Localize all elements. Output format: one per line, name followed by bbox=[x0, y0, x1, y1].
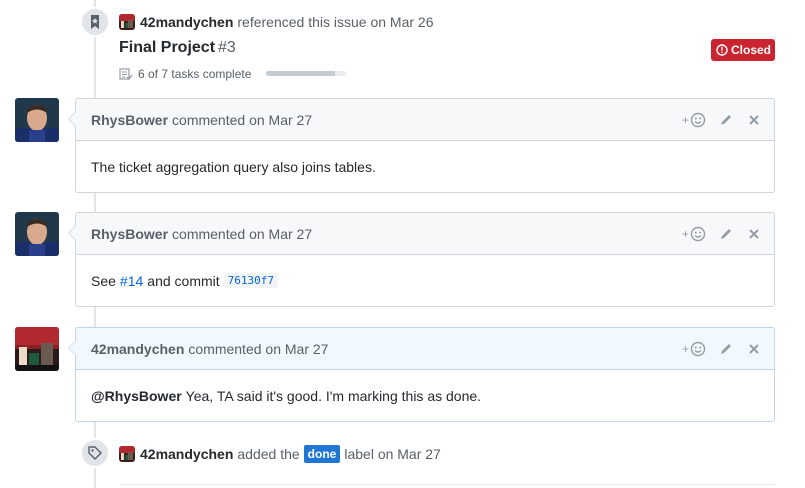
close-icon bbox=[749, 228, 759, 239]
label-event-text: 42mandychen added the done label on Mar … bbox=[140, 444, 441, 464]
referenced-issue-title[interactable]: Final Project #3 bbox=[119, 39, 236, 57]
plus-sign: + bbox=[681, 341, 689, 356]
delete-comment-button[interactable] bbox=[746, 112, 762, 128]
bookmark-icon bbox=[91, 15, 99, 29]
closed-label: Closed bbox=[731, 43, 772, 57]
avatar-42mandychen-small[interactable] bbox=[119, 14, 135, 30]
label-date[interactable]: label on Mar 27 bbox=[344, 446, 441, 462]
avatar-42mandychen[interactable] bbox=[15, 327, 59, 371]
comment-header: RhysBower commented on Mar 27 + bbox=[76, 213, 774, 255]
closed-status-badge: Closed bbox=[711, 39, 775, 61]
plus-sign: + bbox=[681, 112, 689, 127]
user-mention-link[interactable]: @RhysBower bbox=[91, 388, 182, 404]
comment-timestamp[interactable]: commented on Mar 27 bbox=[172, 226, 312, 242]
smiley-icon bbox=[690, 112, 706, 127]
add-reaction-button[interactable]: + bbox=[682, 226, 706, 242]
reference-action: referenced this issue on Mar 26 bbox=[237, 14, 434, 30]
comment-actions: + bbox=[670, 328, 762, 369]
comment-text-mid: and commit bbox=[147, 272, 220, 289]
reference-event-text: 42mandychen referenced this issue on Mar… bbox=[140, 12, 433, 32]
comment-3: 42mandychen commented on Mar 27 + @RhysB… bbox=[68, 327, 775, 422]
comment-2: RhysBower commented on Mar 27 + See #14 … bbox=[68, 212, 775, 307]
pencil-icon bbox=[721, 228, 731, 239]
commit-sha-link[interactable]: 76130f7 bbox=[223, 273, 278, 288]
delete-comment-button[interactable] bbox=[746, 226, 762, 242]
actor-link[interactable]: 42mandychen bbox=[140, 446, 233, 462]
pencil-icon bbox=[721, 343, 731, 354]
delete-comment-button[interactable] bbox=[746, 341, 762, 357]
comment-author[interactable]: RhysBower bbox=[91, 112, 168, 128]
closed-issue-icon bbox=[716, 44, 728, 56]
comment-text: The ticket aggregation query also joins … bbox=[91, 158, 376, 175]
add-reaction-button[interactable]: + bbox=[682, 341, 706, 357]
issue-14-link[interactable]: #14 bbox=[120, 273, 143, 289]
comment-actions: + bbox=[670, 213, 762, 254]
issue-title-text[interactable]: Final Project bbox=[119, 39, 215, 56]
avatar-42mandychen-small[interactable] bbox=[119, 446, 135, 462]
add-reaction-button[interactable]: + bbox=[682, 112, 706, 128]
comment-body: See #14 and commit 76130f7 bbox=[76, 255, 774, 306]
checklist-icon bbox=[119, 68, 133, 80]
comment-author[interactable]: RhysBower bbox=[91, 226, 168, 242]
comment-body: The ticket aggregation query also joins … bbox=[76, 141, 774, 192]
task-summary: 6 of 7 tasks complete bbox=[119, 66, 251, 82]
comment-text: Yea, TA said it's good. I'm marking this… bbox=[185, 387, 482, 404]
close-icon bbox=[749, 343, 759, 354]
bookmark-badge bbox=[80, 7, 110, 37]
comment-header: 42mandychen commented on Mar 27 + bbox=[76, 328, 774, 370]
comment-timestamp[interactable]: commented on Mar 27 bbox=[188, 341, 328, 357]
comment-1: RhysBower commented on Mar 27 + The tick… bbox=[68, 98, 775, 193]
pencil-icon bbox=[720, 114, 731, 125]
comment-author[interactable]: 42mandychen bbox=[91, 341, 184, 357]
task-progress-bar bbox=[266, 71, 346, 76]
task-progress-fill bbox=[266, 71, 335, 76]
avatar-rhysbower[interactable] bbox=[15, 212, 59, 256]
edit-comment-button[interactable] bbox=[718, 341, 734, 357]
comment-header: RhysBower commented on Mar 27 + bbox=[76, 99, 774, 141]
tag-badge bbox=[80, 438, 110, 468]
close-icon bbox=[749, 114, 759, 125]
edit-comment-button[interactable] bbox=[718, 112, 734, 128]
avatar-rhysbower[interactable] bbox=[15, 98, 59, 142]
edit-comment-button[interactable] bbox=[718, 226, 734, 242]
label-action: added the bbox=[237, 446, 300, 462]
actor-link[interactable]: 42mandychen bbox=[140, 14, 233, 30]
comment-body: @RhysBower Yea, TA said it's good. I'm m… bbox=[76, 370, 774, 421]
comment-actions: + bbox=[670, 99, 762, 140]
smiley-icon bbox=[690, 341, 706, 356]
tasks-complete-text: 6 of 7 tasks complete bbox=[138, 67, 252, 81]
plus-sign: + bbox=[681, 226, 689, 241]
smiley-icon bbox=[690, 226, 706, 241]
issue-number[interactable]: #3 bbox=[218, 39, 236, 56]
timeline-divider bbox=[120, 484, 775, 485]
done-label[interactable]: done bbox=[303, 445, 341, 463]
comment-timestamp[interactable]: commented on Mar 27 bbox=[172, 112, 312, 128]
comment-text-prefix: See bbox=[91, 272, 116, 289]
tag-icon bbox=[88, 446, 102, 460]
